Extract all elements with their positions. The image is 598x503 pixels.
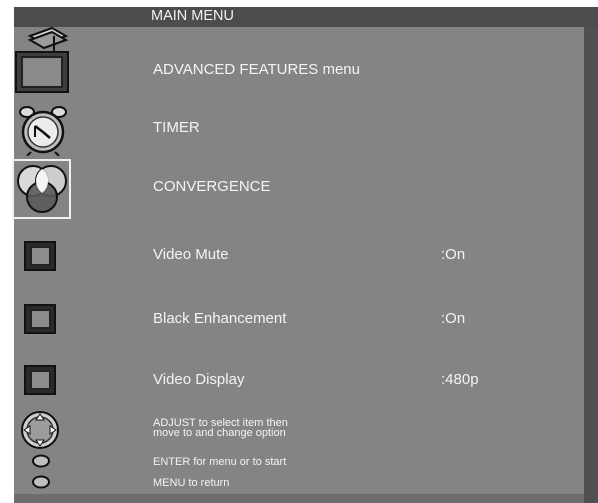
menu-item-convergence[interactable]: CONVERGENCE <box>153 178 271 195</box>
video-mute-value[interactable]: :On <box>441 246 465 263</box>
menu-item-video-display[interactable]: Video Display <box>153 371 244 388</box>
adjust-dial-icon <box>20 410 60 455</box>
panel-bottom-edge <box>14 494 584 503</box>
menu-title: MAIN MENU <box>151 8 234 24</box>
enter-button-icon <box>31 454 51 473</box>
menu-title-bar: MAIN MENU <box>14 7 598 27</box>
menu-item-video-mute[interactable]: Video Mute <box>153 246 229 263</box>
square-box-icon[interactable] <box>24 241 56 276</box>
square-box-icon[interactable] <box>24 304 56 339</box>
help-adjust-line2: move to and change option <box>153 427 286 439</box>
help-enter: ENTER for menu or to start <box>153 456 287 468</box>
square-box-icon[interactable] <box>24 365 56 400</box>
video-display-value[interactable]: :480p <box>441 371 479 388</box>
menu-button-icon <box>31 475 51 494</box>
menu-item-advanced-features[interactable]: ADVANCED FEATURES menu <box>153 61 360 78</box>
panel-shadow <box>584 27 598 503</box>
osd-menu-panel: MAIN MENU <box>14 7 598 503</box>
menu-item-timer[interactable]: TIMER <box>153 119 200 136</box>
convergence-icon[interactable] <box>16 163 68 222</box>
alarm-clock-icon[interactable] <box>19 104 67 161</box>
tv-settings-icon[interactable] <box>14 26 70 99</box>
help-menu: MENU to return <box>153 477 230 489</box>
black-enhancement-value[interactable]: :On <box>441 310 465 327</box>
menu-item-black-enhancement[interactable]: Black Enhancement <box>153 310 286 327</box>
